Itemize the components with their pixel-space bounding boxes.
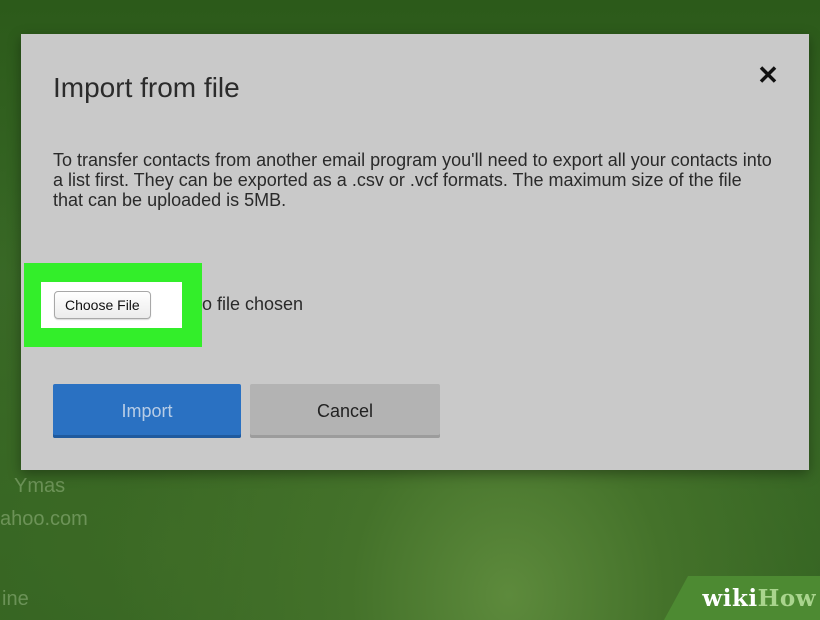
background-text: Ymas: [14, 475, 66, 497]
choose-file-button[interactable]: Choose File: [54, 291, 151, 319]
file-status-text: o file chosen: [202, 294, 304, 314]
dialog-description: To transfer contacts from another email …: [53, 150, 772, 210]
watermark-how: How: [757, 585, 816, 612]
dialog-title: Import from file: [53, 72, 240, 103]
close-icon[interactable]: ✕: [753, 60, 783, 90]
import-button[interactable]: Import: [53, 384, 241, 438]
wikihow-watermark: wikiHow: [664, 576, 820, 620]
background-text: ahoo.com: [0, 508, 88, 530]
watermark-wiki: wiki: [702, 585, 758, 612]
import-dialog: Import from file ✕ To transfer contacts …: [21, 34, 809, 470]
cancel-button[interactable]: Cancel: [250, 384, 440, 438]
background-text: ine: [2, 588, 29, 610]
